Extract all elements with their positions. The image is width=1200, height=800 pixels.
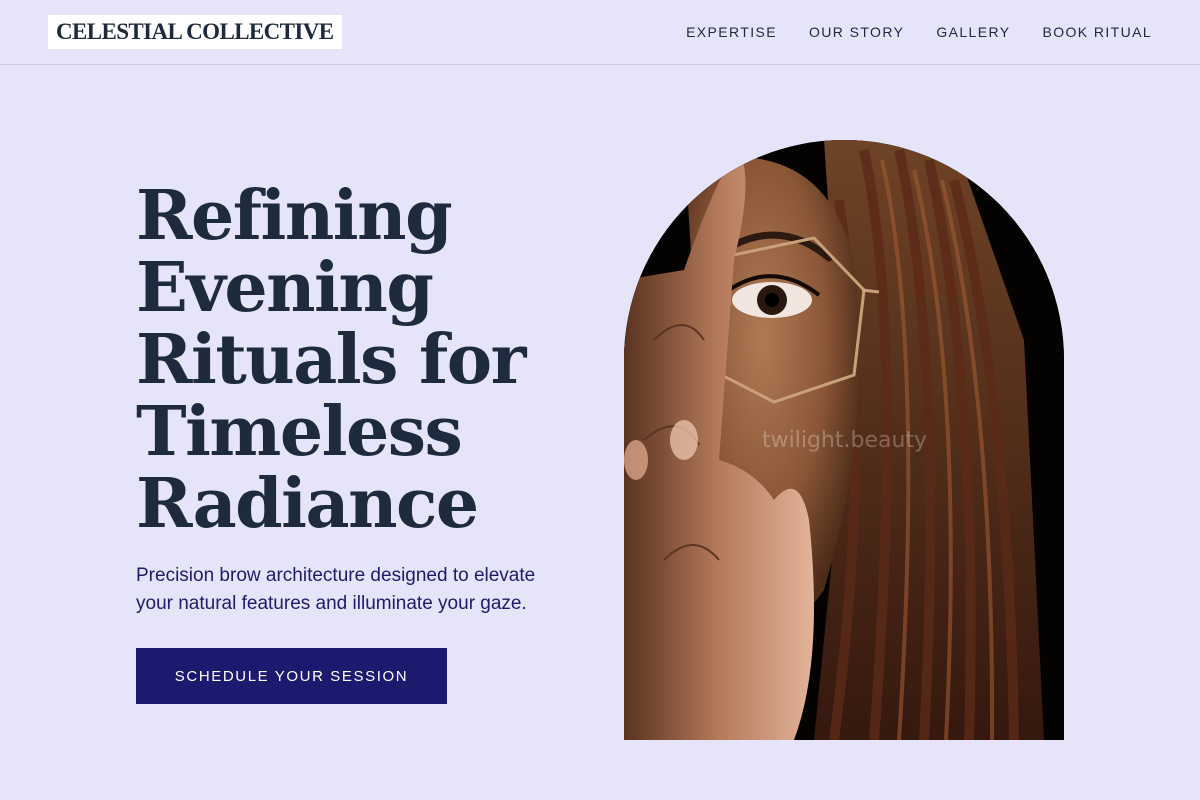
nav-item-book-ritual[interactable]: BOOK RITUAL — [1042, 22, 1152, 42]
portrait-illustration — [624, 140, 1064, 740]
main-nav: EXPERTISE OUR STORY GALLERY BOOK RITUAL — [686, 22, 1152, 42]
schedule-session-button[interactable]: SCHEDULE YOUR SESSION — [136, 648, 447, 704]
nav-item-gallery[interactable]: GALLERY — [936, 22, 1010, 42]
site-header: CELESTIAL COLLECTIVE EXPERTISE OUR STORY… — [0, 0, 1200, 65]
hero-portrait-image — [624, 140, 1064, 740]
brand-logo[interactable]: CELESTIAL COLLECTIVE — [48, 15, 342, 49]
nav-item-expertise[interactable]: EXPERTISE — [686, 22, 777, 42]
hero-subtext: Precision brow architecture designed to … — [136, 565, 536, 614]
nav-item-our-story[interactable]: OUR STORY — [809, 22, 904, 42]
hero-headline: Refining Evening Rituals for Timeless Ra… — [136, 176, 526, 544]
